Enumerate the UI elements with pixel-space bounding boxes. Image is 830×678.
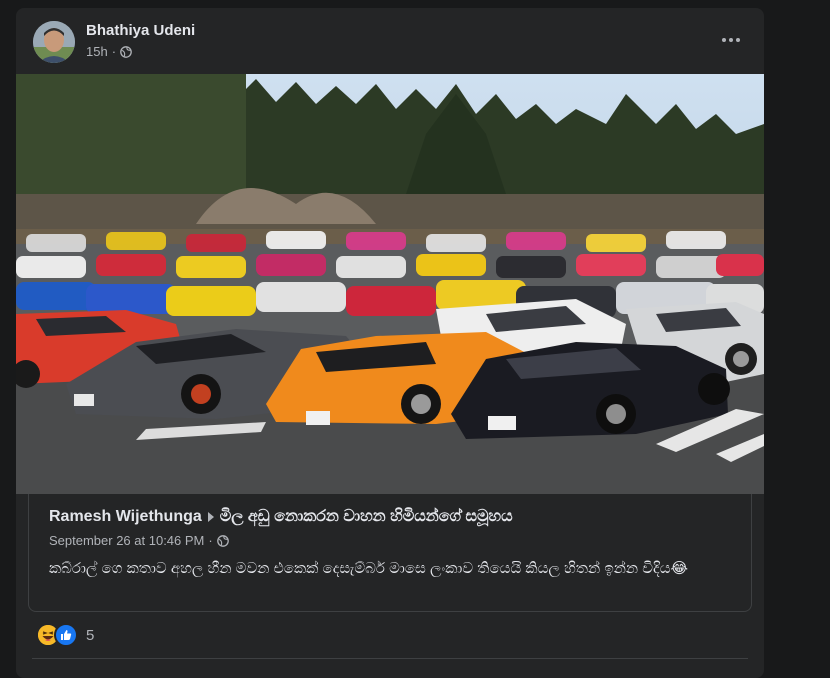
author-avatar[interactable]: [33, 21, 75, 63]
avatar-portrait-icon: [33, 21, 75, 63]
post-card: Bhathiya Udeni 15h · Ramesh Wijethunga ම…: [16, 8, 764, 678]
reactions-summary[interactable]: 5: [36, 623, 94, 647]
shared-post-box: Ramesh Wijethunga මිල අඩු නොකරන වාහන හිම…: [28, 494, 752, 612]
shared-post-meta: September 26 at 10:46 PM ·: [49, 533, 229, 548]
cars-parking-lot-image: [16, 74, 764, 494]
shared-post-header: Ramesh Wijethunga මිල අඩු නොකරන වාහන හිම…: [49, 508, 513, 526]
post-time[interactable]: 15h: [86, 44, 108, 59]
like-icon: [54, 623, 78, 647]
meta-separator: ·: [208, 533, 213, 548]
globe-icon[interactable]: [216, 534, 229, 547]
meta-separator: ·: [111, 44, 117, 59]
reaction-count: 5: [86, 626, 95, 644]
post-photo[interactable]: [16, 74, 764, 494]
shared-group-name[interactable]: මිල අඩු නොකරන වාහන හිමියන්ගේ සමූහය: [220, 508, 513, 526]
post-author-name[interactable]: Bhathiya Udeni: [86, 22, 195, 39]
more-options-button[interactable]: [716, 28, 746, 52]
shared-author-name[interactable]: Ramesh Wijethunga: [49, 508, 202, 526]
caret-right-icon: [207, 512, 214, 522]
shared-post-date[interactable]: September 26 at 10:46 PM: [49, 533, 204, 548]
globe-icon[interactable]: [120, 45, 132, 58]
post-meta: 15h ·: [86, 44, 132, 59]
shared-post-text: කබ්රාල් ගෙ කතාව අහල හීන මවන එකෙක් දෙසැම්…: [49, 560, 689, 577]
ellipsis-icon: [722, 38, 740, 42]
post-divider: [32, 658, 748, 659]
